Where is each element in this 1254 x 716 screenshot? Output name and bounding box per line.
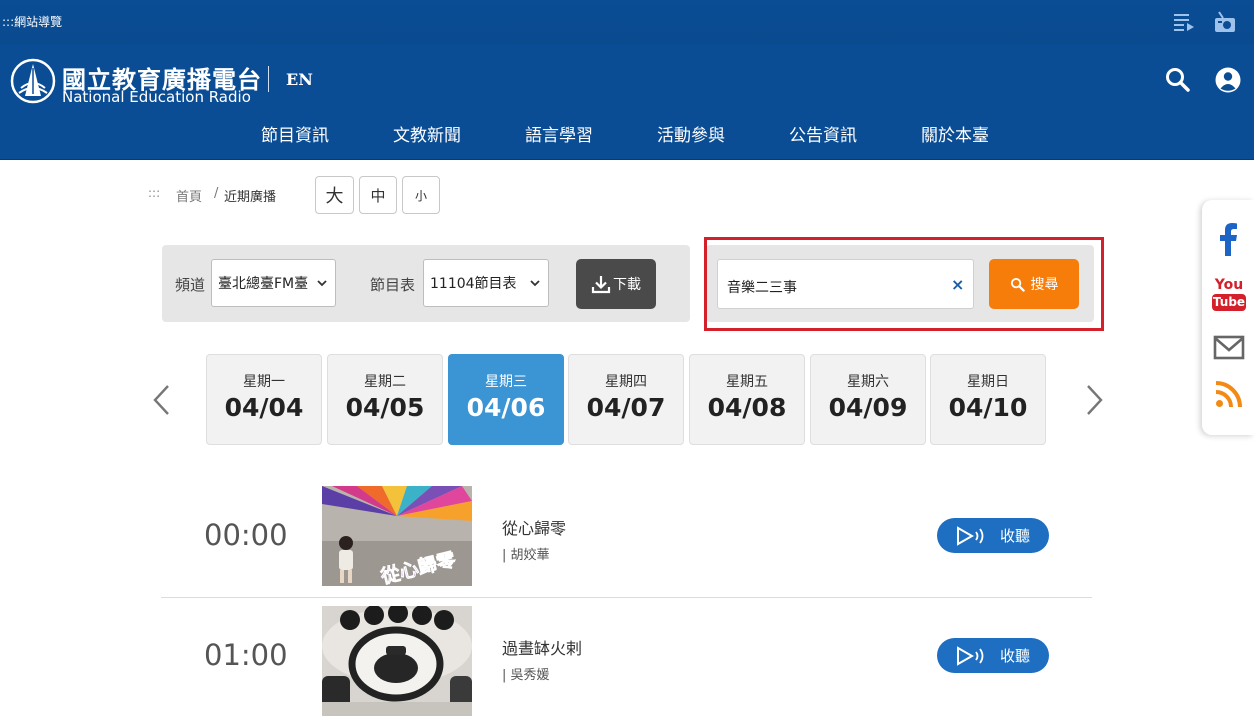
font-size-medium-button[interactable]: 中 (359, 176, 397, 214)
english-version-link[interactable]: EN (286, 70, 313, 89)
nav-announcements[interactable]: 公告資訊 (789, 121, 857, 146)
program-divider (161, 597, 1092, 598)
day-date: 04/09 (828, 393, 908, 422)
top-strip: :::網站導覽 (0, 0, 1254, 44)
download-icon (591, 276, 611, 294)
listen-button[interactable]: 收聽 (937, 638, 1049, 673)
day-date: 04/07 (586, 393, 666, 422)
channel-label: 頻道 (175, 276, 206, 294)
main-navigation: 節目資訊 文教新聞 語言學習 活動參與 公告資訊 關於本臺 (0, 121, 1254, 151)
font-size-small-button[interactable]: 小 (402, 176, 440, 214)
previous-week-arrow-icon[interactable] (150, 383, 174, 417)
logo-divider (268, 66, 269, 92)
day-date: 04/04 (224, 393, 304, 422)
listen-label: 收聽 (999, 647, 1030, 665)
youtube-tube-text: Tube (1212, 294, 1246, 311)
play-audio-icon (956, 645, 984, 666)
program-host: | 胡姣華 (502, 548, 550, 563)
program-host: | 吳秀媛 (502, 668, 550, 683)
user-icon[interactable] (1214, 66, 1242, 94)
nav-about[interactable]: 關於本臺 (921, 121, 989, 146)
day-tab-monday[interactable]: 星期一 04/04 (206, 354, 322, 445)
schedule-label: 節目表 (370, 276, 416, 294)
schedule-select[interactable]: 11104節目表 (423, 259, 549, 307)
day-date: 04/06 (466, 393, 546, 422)
breadcrumb-home[interactable]: 首頁 (176, 186, 202, 205)
breadcrumb-anchor[interactable]: ::: (148, 186, 160, 200)
program-title[interactable]: 從心歸零 (502, 515, 566, 539)
day-name: 星期一 (243, 374, 285, 390)
social-sidebar: You Tube (1202, 200, 1254, 435)
program-thumbnail[interactable]: 從心歸零 (322, 486, 472, 586)
search-icon[interactable] (1164, 66, 1192, 94)
next-week-arrow-icon[interactable] (1082, 383, 1106, 417)
day-tab-sunday[interactable]: 星期日 04/10 (930, 354, 1046, 445)
chevron-down-icon (530, 280, 540, 287)
site-logo[interactable]: 國立教育廣播電台 National Education Radio (10, 58, 261, 108)
program-image: 從心歸零 (322, 486, 472, 586)
breadcrumb-separator: / (214, 186, 219, 201)
highlight-box (704, 237, 1104, 331)
nav-activities[interactable]: 活動參與 (657, 121, 725, 146)
day-tab-saturday[interactable]: 星期六 04/09 (810, 354, 926, 445)
day-tab-friday[interactable]: 星期五 04/08 (689, 354, 805, 445)
youtube-you-text: You (1214, 277, 1244, 293)
font-size-large-button[interactable]: 大 (315, 176, 354, 214)
nav-language-learning[interactable]: 語言學習 (525, 121, 593, 146)
day-name: 星期日 (967, 374, 1009, 390)
download-label: 下載 (613, 277, 641, 293)
day-date: 04/05 (345, 393, 425, 422)
channel-select[interactable]: 臺北總臺FM臺 (211, 259, 336, 307)
program-thumbnail[interactable] (322, 606, 472, 716)
program-title[interactable]: 過晝缽火剌 (502, 635, 582, 659)
playlist-icon[interactable] (1172, 10, 1196, 34)
program-time: 00:00 (204, 518, 288, 552)
mail-icon[interactable] (1213, 334, 1245, 362)
chevron-down-icon (317, 280, 327, 287)
channel-select-value: 臺北總臺FM臺 (218, 276, 309, 292)
listen-label: 收聽 (999, 527, 1030, 545)
play-audio-icon (956, 525, 984, 546)
nav-education-news[interactable]: 文教新聞 (393, 121, 461, 146)
logo-english-name: National Education Radio (62, 88, 251, 106)
program-image (322, 606, 472, 716)
day-name: 星期四 (605, 374, 647, 390)
site-header: 國立教育廣播電台 National Education Radio EN 節目資… (0, 44, 1254, 160)
radio-icon[interactable] (1213, 10, 1237, 34)
day-name: 星期五 (726, 374, 768, 390)
site-map-link[interactable]: :::網站導覽 (2, 13, 62, 30)
listen-button[interactable]: 收聽 (937, 518, 1049, 553)
day-tab-wednesday[interactable]: 星期三 04/06 (448, 354, 564, 445)
day-date: 04/10 (948, 393, 1028, 422)
day-tab-thursday[interactable]: 星期四 04/07 (568, 354, 684, 445)
rss-icon[interactable] (1215, 380, 1243, 408)
schedule-select-value: 11104節目表 (430, 276, 517, 292)
logo-emblem-icon (10, 58, 56, 104)
download-button[interactable]: 下載 (576, 259, 656, 309)
facebook-icon[interactable] (1214, 222, 1244, 256)
day-name: 星期二 (364, 374, 406, 390)
day-name: 星期三 (485, 374, 527, 390)
youtube-icon[interactable]: You Tube (1212, 278, 1246, 316)
program-time: 01:00 (204, 638, 288, 672)
day-name: 星期六 (847, 374, 889, 390)
breadcrumb-current: 近期廣播 (224, 190, 277, 205)
day-date: 04/08 (707, 393, 787, 422)
nav-program-info[interactable]: 節目資訊 (261, 121, 329, 146)
day-tab-tuesday[interactable]: 星期二 04/05 (327, 354, 443, 445)
